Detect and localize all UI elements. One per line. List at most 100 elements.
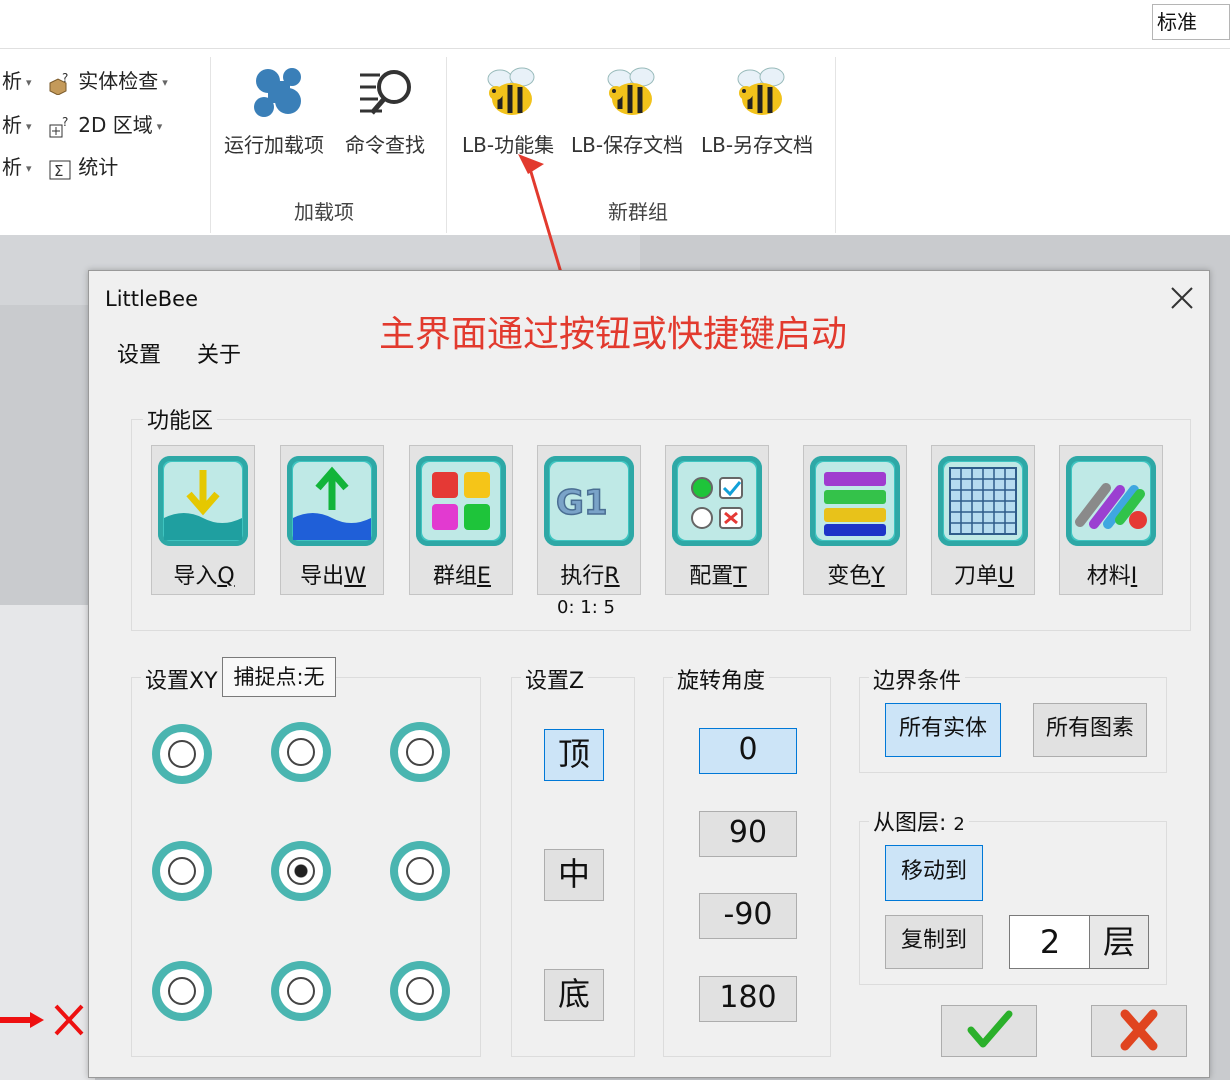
xy-radio-middle-right[interactable] xyxy=(390,841,450,901)
analysis-label: 析 xyxy=(2,69,22,93)
search-icon xyxy=(356,70,420,127)
xy-radio-top-right[interactable] xyxy=(390,722,450,782)
new-group-label: 新群组 xyxy=(608,200,668,224)
ribbon-separator xyxy=(210,57,211,233)
solid-check-label: 实体检查 xyxy=(78,69,159,93)
lb-save-as-label: LB-另存文档 xyxy=(701,133,814,157)
rotation-90-button[interactable]: 90 xyxy=(699,811,797,857)
boundary-label: 边界条件 xyxy=(869,663,966,695)
snap-point-button[interactable]: 捕捉点:无 xyxy=(222,657,336,697)
xy-radio-middle-left[interactable] xyxy=(152,841,212,901)
from-layer-label: 从图层: 2 xyxy=(869,805,969,837)
checkmark-icon xyxy=(959,1010,1019,1058)
group-label: 群组E xyxy=(433,564,491,589)
xy-radio-bottom-center[interactable] xyxy=(271,961,331,1021)
style-select[interactable]: 标准 xyxy=(1152,4,1230,40)
run-addin-button[interactable] xyxy=(248,63,312,123)
close-icon xyxy=(1169,287,1195,315)
rotation-neg90-button[interactable]: -90 xyxy=(699,893,797,939)
lb-save-doc-button[interactable] xyxy=(602,63,662,127)
recolor-label: 变色Y xyxy=(827,564,885,589)
material-button[interactable]: 材料I xyxy=(1059,445,1163,595)
svg-text:?: ? xyxy=(62,73,68,85)
import-label: 导入Q xyxy=(173,564,235,589)
g1-icon: G1 xyxy=(544,456,634,546)
x-axis-icon xyxy=(0,1000,90,1044)
title-bar: 标准 xyxy=(0,0,1230,49)
tool-list-button[interactable]: 刀单U xyxy=(931,445,1035,595)
set-xy-label: 设置XY xyxy=(141,663,222,695)
svg-text:?: ? xyxy=(62,117,68,129)
littlebee-dialog: LittleBee 主界面通过按钮或快捷键启动 设置 关于 功能区 导入Q 导出… xyxy=(88,270,1210,1078)
rotation-0-button[interactable]: 0 xyxy=(699,728,797,774)
config-label: 配置T xyxy=(689,564,747,589)
import-button[interactable]: 导入Q xyxy=(151,445,255,595)
layer-unit-label: 层 xyxy=(1089,915,1149,969)
dialog-title: LittleBee xyxy=(105,287,199,311)
all-solids-button[interactable]: 所有实体 xyxy=(885,703,1001,757)
ribbon-item-solid-check[interactable]: 析 ▾ ? 实体检查 ▾ xyxy=(2,65,168,96)
ok-button[interactable] xyxy=(941,1005,1037,1057)
function-area-label: 功能区 xyxy=(143,403,218,435)
lb-function-set-button[interactable] xyxy=(482,63,542,127)
bee-icon xyxy=(602,67,662,127)
z-middle-button[interactable]: 中 xyxy=(544,849,604,901)
bee-icon xyxy=(732,67,792,127)
puzzle-icon xyxy=(248,68,312,127)
z-bottom-button[interactable]: 底 xyxy=(544,969,604,1021)
close-icon xyxy=(1109,1009,1169,1058)
set-z-label: 设置Z xyxy=(521,663,589,695)
execute-timer: 0: 1: 5 xyxy=(557,597,615,618)
config-button[interactable]: 配置T xyxy=(665,445,769,595)
group-grid-icon xyxy=(416,456,506,546)
xy-radio-bottom-left[interactable] xyxy=(152,961,212,1021)
menu-settings[interactable]: 设置 xyxy=(117,337,161,369)
ribbon-separator xyxy=(835,57,836,233)
sigma-icon: Σ xyxy=(48,159,72,180)
g1-text: G1 xyxy=(556,483,608,523)
rotation-label: 旋转角度 xyxy=(673,663,770,695)
addins-group-label: 加载项 xyxy=(294,200,354,224)
xy-radio-top-center[interactable] xyxy=(271,722,331,782)
close-button[interactable] xyxy=(1169,285,1195,315)
execute-button[interactable]: G1 执行R xyxy=(537,445,641,595)
rotation-180-button[interactable]: 180 xyxy=(699,976,797,1022)
xy-radio-top-left[interactable] xyxy=(152,724,212,784)
tool-list-label: 刀单U xyxy=(953,564,1015,589)
ribbon-item-2d-region[interactable]: 析 ▾ ? 2D 区域 ▾ xyxy=(2,109,162,138)
xy-radio-center[interactable] xyxy=(271,841,331,901)
annotation-text: 主界面通过按钮或快捷键启动 xyxy=(379,314,848,355)
copy-to-button[interactable]: 复制到 xyxy=(885,915,983,969)
command-find-label: 命令查找 xyxy=(345,133,425,157)
xy-radio-bottom-right[interactable] xyxy=(390,961,450,1021)
analysis-label: 析 xyxy=(2,113,22,137)
2d-region-icon: ? xyxy=(48,115,72,137)
lb-save-as-button[interactable] xyxy=(732,63,792,127)
execute-label: 执行R xyxy=(560,564,620,589)
ribbon-separator xyxy=(446,57,447,233)
analysis-label: 析 xyxy=(2,155,22,179)
layer-number-input[interactable]: 2 xyxy=(1009,915,1091,969)
command-find-button[interactable] xyxy=(356,63,420,123)
import-icon xyxy=(158,456,248,546)
all-entities-button[interactable]: 所有图素 xyxy=(1033,703,1147,757)
ribbon: 析 ▾ ? 实体检查 ▾ 析 ▾ ? 2D 区域 ▾ 析 ▾ Σ 统计 运行加载项 xyxy=(0,49,1230,235)
bee-icon xyxy=(482,67,542,127)
config-icon xyxy=(672,456,762,546)
export-button[interactable]: 导出W xyxy=(280,445,384,595)
crayons-icon xyxy=(1066,456,1156,546)
cancel-button[interactable] xyxy=(1091,1005,1187,1057)
group-button[interactable]: 群组E xyxy=(409,445,513,595)
export-label: 导出W xyxy=(300,564,366,589)
lb-save-doc-label: LB-保存文档 xyxy=(571,133,684,157)
move-to-button[interactable]: 移动到 xyxy=(885,845,983,901)
menu-about[interactable]: 关于 xyxy=(197,337,241,369)
material-label: 材料I xyxy=(1086,564,1138,589)
grid-table-icon xyxy=(938,456,1028,546)
annotation-arrow-icon xyxy=(512,150,582,284)
run-addin-label: 运行加载项 xyxy=(224,133,324,157)
statistics-label: 统计 xyxy=(78,155,119,179)
z-top-button[interactable]: 顶 xyxy=(544,729,604,781)
recolor-button[interactable]: 变色Y xyxy=(803,445,907,595)
ribbon-item-statistics[interactable]: 析 ▾ Σ 统计 xyxy=(2,151,118,180)
